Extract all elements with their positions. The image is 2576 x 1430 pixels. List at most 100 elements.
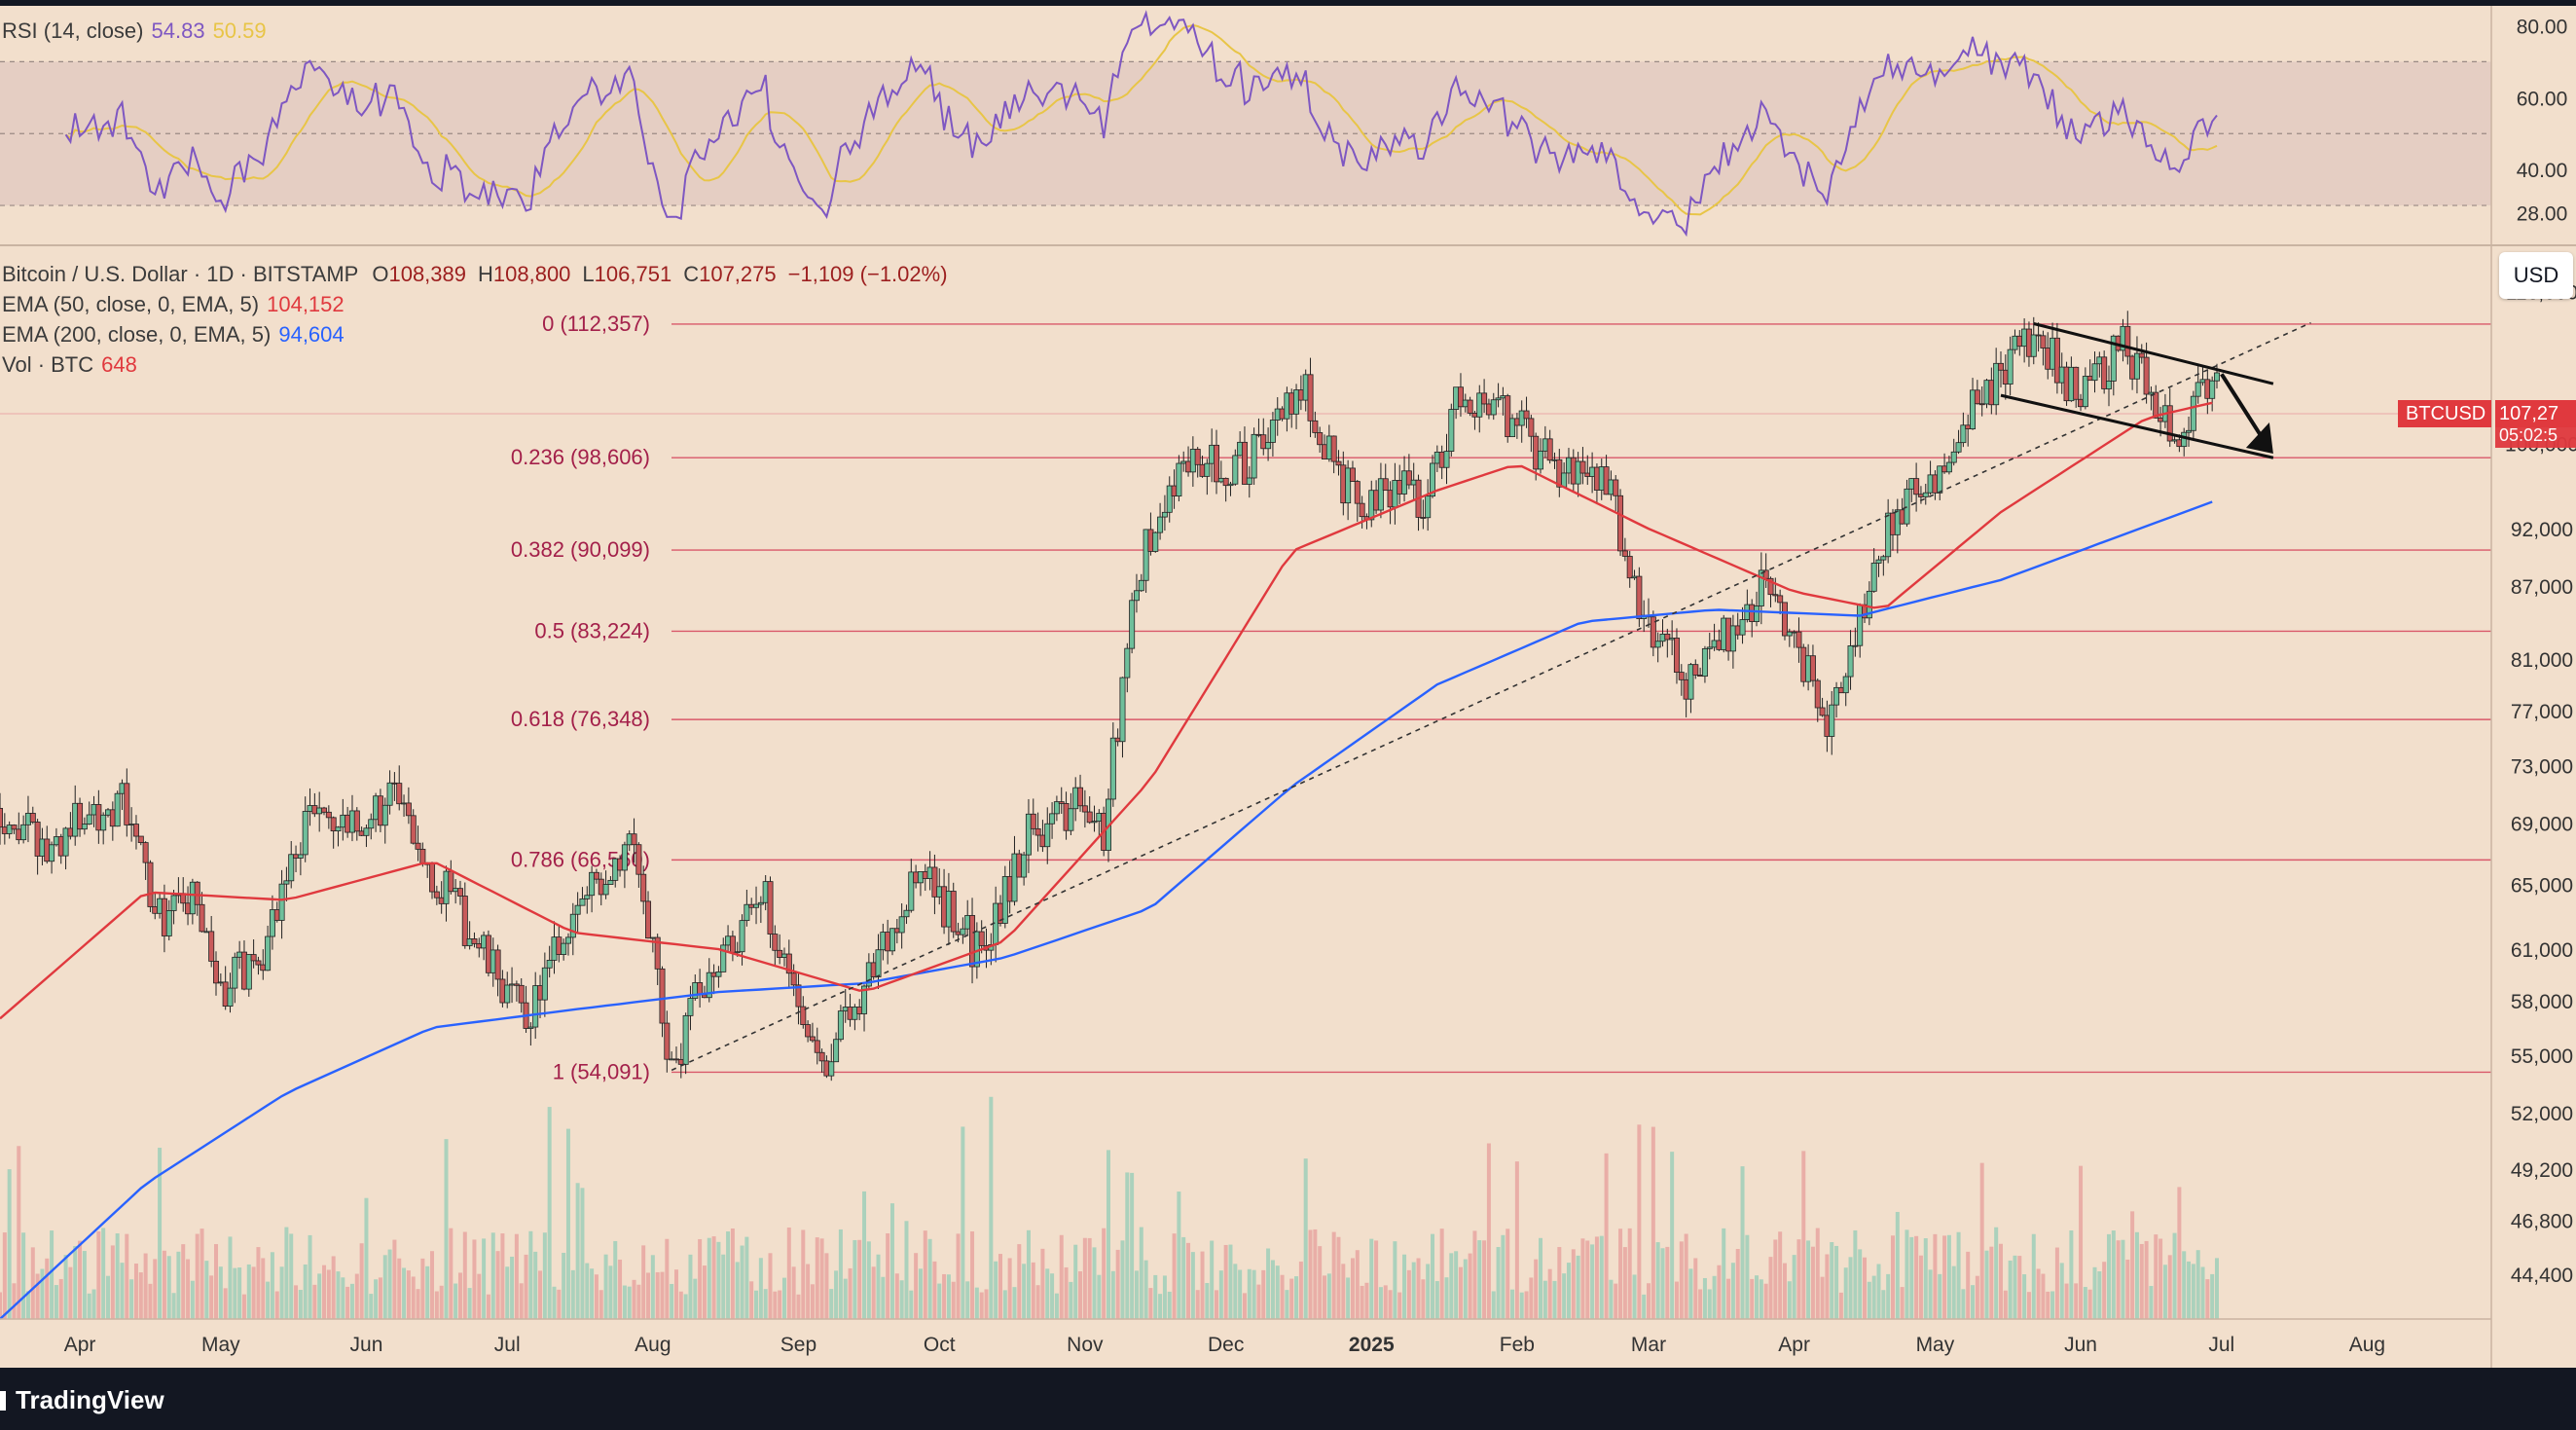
volume-bar [585,1263,590,1319]
volume-bar [1486,1143,1491,1319]
volume-bar [1444,1277,1449,1319]
candle-body [1551,458,1558,461]
symbol-legend[interactable]: Bitcoin / U.S. Dollar · 1D · BITSTAMP O10… [2,260,956,289]
candle-body [1570,457,1577,485]
time-axis-tick: Aug [2349,1334,2385,1356]
volume-bar [505,1266,510,1319]
volume-bar [834,1270,839,1319]
volume-legend[interactable]: Vol · BTC 648 [2,350,145,380]
volume-bar [1181,1236,1186,1319]
ema200-legend[interactable]: EMA (200, close, 0, EMA, 5) 94,604 [2,320,352,349]
candle-body [1443,451,1450,468]
candle-body [1001,876,1008,924]
candle-body [2213,372,2220,382]
ema200-line [0,500,2213,1320]
volume-bar [2172,1232,2177,1319]
candle-body [950,891,957,933]
candle-body [471,938,478,944]
volume-bar [758,1258,763,1319]
volume-bar [1933,1233,1938,1319]
candle-body [710,972,717,977]
candle-body [448,870,454,893]
volume-bar [2092,1266,2097,1319]
volume-bar [171,1293,176,1319]
volume-bar [721,1254,726,1319]
ema50-legend[interactable]: EMA (50, close, 0, EMA, 5) 104,152 [2,290,352,319]
candle-body [1016,853,1023,878]
candle-body [410,815,417,844]
candle-body [1209,444,1215,464]
volume-bar [2022,1274,2027,1319]
candle-body [1433,452,1440,464]
candle-body [1814,679,1821,709]
volume-bar [1026,1229,1031,1319]
support-trendline [671,321,2311,1072]
candle-body [1222,477,1229,487]
candle-body [499,978,506,1004]
volume-bar [853,1239,857,1319]
volume-bar [1402,1254,1407,1319]
volume-bar [110,1245,115,1319]
candle-body [748,903,755,908]
volume-bar [2167,1255,2172,1319]
volume-bar [1557,1247,1562,1319]
candle-body [617,858,624,871]
volume-bar [125,1233,129,1319]
volume-bar [961,1126,965,1319]
candle-body [922,871,928,879]
candle-body [1274,408,1281,421]
volume-bar [866,1241,871,1319]
volume-bar [528,1230,533,1319]
volume-bar [665,1238,670,1319]
volume-bar [1647,1283,1651,1319]
candle-body [621,844,628,871]
volume-bar [1228,1244,1233,1319]
volume-bar [1190,1252,1195,1319]
volume-bar [1266,1248,1271,1319]
candle-body [2063,366,2070,402]
candle-body [353,810,360,832]
candle-body [1077,787,1084,807]
volume-bar [1050,1273,1055,1319]
candle-body [1401,470,1408,495]
volume-bar [1120,1240,1125,1319]
volume-bar [806,1264,811,1319]
volume-bar [1082,1237,1087,1319]
volume-bar [1834,1245,1839,1319]
candle-body [2030,334,2037,357]
candle-body [1847,645,1854,678]
candle-body [255,960,262,966]
bar-countdown: 05:02:5 [2495,422,2576,448]
candle-body [1857,604,1864,646]
candle-body [1330,435,1337,462]
currency-button[interactable]: USD [2499,252,2573,299]
candle-body [2073,366,2080,400]
volume-bar [650,1255,655,1319]
volume-bar [228,1236,233,1319]
volume-bar [608,1265,613,1319]
candle-body [569,913,576,938]
candle-body [2021,328,2028,348]
volume-bar [2017,1256,2022,1319]
chart-canvas[interactable]: 0 (112,357) 0.236 (98,606) 0.382 (90,099) 0… [0,0,2576,1430]
volume-bar [2111,1230,2116,1319]
volume-bar [678,1291,683,1319]
candle-body [1227,483,1234,487]
candle-body [297,854,304,859]
candle-body [1692,664,1699,676]
tradingview-logo[interactable]: TradingView [0,1385,164,1415]
volume-bar [2177,1187,2182,1319]
volume-bar [298,1290,303,1319]
volume-bar [457,1272,462,1319]
volume-bar [519,1283,524,1319]
candle-body [1654,641,1661,648]
candle-body [39,838,46,857]
volume-bar [176,1251,181,1319]
candle-body [1500,395,1506,399]
candle-body [777,949,783,958]
volume-bar [979,1292,984,1319]
candle-body [1706,646,1713,649]
candle-body [1214,444,1220,483]
candle-body [551,936,558,961]
volume-bar [2050,1291,2055,1319]
